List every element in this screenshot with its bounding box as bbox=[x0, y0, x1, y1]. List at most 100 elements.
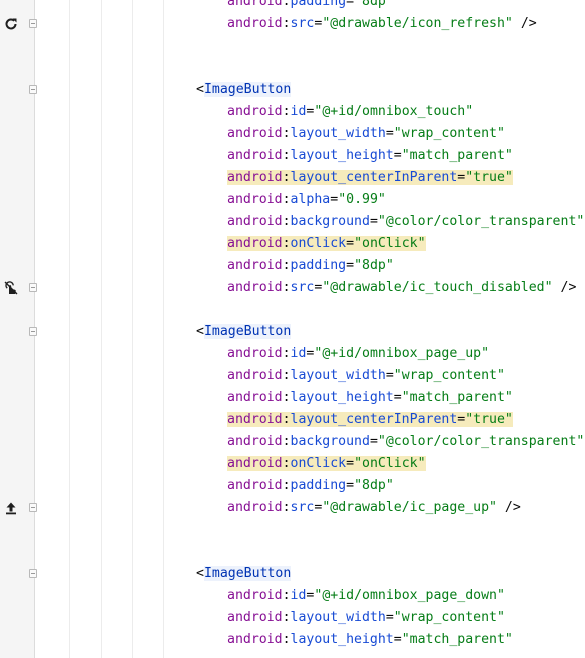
tag-name: ImageButton bbox=[203, 324, 292, 339]
attribute-value: "true" bbox=[465, 412, 513, 427]
colon: : bbox=[282, 148, 291, 163]
colon: : bbox=[282, 16, 291, 31]
attribute-name: background bbox=[290, 434, 370, 449]
equals-sign: = bbox=[346, 258, 355, 273]
colon: : bbox=[282, 280, 291, 295]
equals-sign: = bbox=[393, 390, 402, 405]
namespace-prefix: android bbox=[227, 280, 283, 295]
code-line[interactable] bbox=[0, 35, 585, 57]
attribute-token-group: android:alpha="0.99" bbox=[227, 192, 386, 207]
namespace-prefix: android bbox=[227, 390, 283, 405]
line-text: android:onClick="onClick" bbox=[227, 453, 426, 475]
fold-end-marker[interactable] bbox=[29, 19, 37, 28]
fold-end-marker[interactable] bbox=[29, 283, 37, 292]
attribute-value: "@color/color_transparent" bbox=[377, 214, 585, 229]
code-line[interactable]: android:background="@color/color_transpa… bbox=[0, 211, 585, 233]
fold-start-marker[interactable] bbox=[29, 85, 37, 94]
namespace-prefix: android bbox=[227, 192, 283, 207]
attribute-name: padding bbox=[290, 478, 347, 493]
code-line[interactable]: android:src="@drawable/icon_refresh" /> bbox=[0, 13, 585, 35]
namespace-prefix: android bbox=[227, 0, 283, 9]
namespace-prefix: android bbox=[227, 126, 283, 141]
attribute-name: layout_centerInParent bbox=[290, 412, 458, 427]
fold-end-marker[interactable] bbox=[29, 503, 37, 512]
code-line[interactable]: android:layout_height="match_parent" bbox=[0, 145, 585, 167]
tag-self-close: /> bbox=[496, 500, 521, 515]
line-text: android:src="@drawable/icon_refresh" /> bbox=[227, 13, 537, 35]
code-line[interactable]: android:src="@drawable/ic_page_up" /> bbox=[0, 497, 585, 519]
attribute-value: "8dp" bbox=[354, 258, 394, 273]
code-line[interactable]: <ImageButton bbox=[0, 321, 585, 343]
code-line[interactable]: <ImageButton bbox=[0, 79, 585, 101]
line-text: android:layout_centerInParent="true" bbox=[227, 167, 513, 189]
attribute-value: "@+id/omnibox_touch" bbox=[314, 104, 474, 119]
tag-self-close: /> bbox=[512, 16, 537, 31]
attribute-value: "@+id/omnibox_page_up" bbox=[314, 346, 490, 361]
attribute-value: "true" bbox=[465, 170, 513, 185]
equals-sign: = bbox=[346, 236, 355, 251]
code-line[interactable]: android:layout_height="match_parent" bbox=[0, 629, 585, 651]
attribute-name: background bbox=[290, 214, 370, 229]
equals-sign: = bbox=[385, 610, 394, 625]
attribute-name: layout_height bbox=[290, 148, 394, 163]
tag-self-close: /> bbox=[552, 280, 577, 295]
fold-start-marker[interactable] bbox=[29, 569, 37, 578]
code-line[interactable] bbox=[0, 299, 585, 321]
code-line[interactable]: android:id="@+id/omnibox_page_down" bbox=[0, 585, 585, 607]
code-line[interactable] bbox=[0, 57, 585, 79]
code-line[interactable]: android:background="@color/color_transpa… bbox=[0, 431, 585, 453]
code-line[interactable] bbox=[0, 541, 585, 563]
attribute-token-group: android:layout_width="wrap_content" bbox=[227, 126, 505, 141]
attribute-name: layout_width bbox=[290, 368, 386, 383]
code-line[interactable]: android:layout_height="match_parent" bbox=[0, 387, 585, 409]
code-line[interactable]: android:onClick="onClick" bbox=[0, 233, 585, 255]
attribute-token-group: android:id="@+id/omnibox_page_up" bbox=[227, 346, 489, 361]
colon: : bbox=[282, 632, 291, 647]
attribute-value: "8dp" bbox=[354, 478, 394, 493]
namespace-prefix: android bbox=[227, 368, 283, 383]
attribute-name: onClick bbox=[290, 236, 347, 251]
namespace-prefix: android bbox=[227, 148, 283, 163]
code-line[interactable]: android:id="@+id/omnibox_page_up" bbox=[0, 343, 585, 365]
inspection-highlight: android:layout_centerInParent="true" bbox=[227, 170, 513, 185]
page-up-icon[interactable] bbox=[3, 500, 19, 516]
code-line[interactable]: <ImageButton bbox=[0, 563, 585, 585]
line-text: android:layout_width="wrap_content" bbox=[227, 123, 505, 145]
code-line[interactable]: android:id="@+id/omnibox_touch" bbox=[0, 101, 585, 123]
colon: : bbox=[282, 346, 291, 361]
line-text: android:src="@drawable/ic_page_up" /> bbox=[227, 497, 521, 519]
code-line[interactable]: android:onClick="onClick" bbox=[0, 453, 585, 475]
code-line[interactable]: android:padding="8dp" bbox=[0, 475, 585, 497]
code-line[interactable]: android:src="@drawable/ic_touch_disabled… bbox=[0, 277, 585, 299]
attribute-value: "match_parent" bbox=[401, 632, 513, 647]
line-text: android:padding="8dp" bbox=[227, 0, 394, 13]
code-line[interactable]: android:layout_width="wrap_content" bbox=[0, 365, 585, 387]
attribute-value: "match_parent" bbox=[401, 148, 513, 163]
colon: : bbox=[282, 610, 291, 625]
attribute-token-group: android:layout_height="match_parent" bbox=[227, 148, 513, 163]
code-line[interactable]: android:layout_centerInParent="true" bbox=[0, 409, 585, 431]
touch-icon[interactable] bbox=[3, 280, 19, 296]
namespace-prefix: android bbox=[227, 610, 283, 625]
colon: : bbox=[282, 258, 291, 273]
inspection-highlight: android:layout_centerInParent="true" bbox=[227, 412, 513, 427]
fold-start-marker[interactable] bbox=[29, 327, 37, 336]
attribute-name: src bbox=[290, 280, 315, 295]
refresh-icon[interactable] bbox=[3, 16, 19, 32]
code-line[interactable] bbox=[0, 519, 585, 541]
code-editor[interactable]: android:padding="8dp" android:src="@drawa… bbox=[0, 0, 585, 651]
attribute-value: "onClick" bbox=[354, 236, 426, 251]
code-line[interactable]: android:padding="8dp" bbox=[0, 0, 585, 13]
attribute-name: layout_centerInParent bbox=[290, 170, 458, 185]
code-line[interactable]: android:layout_width="wrap_content" bbox=[0, 123, 585, 145]
code-line[interactable]: android:layout_width="wrap_content" bbox=[0, 607, 585, 629]
attribute-name: id bbox=[290, 346, 307, 361]
attribute-name: id bbox=[290, 104, 307, 119]
attribute-value: "@drawable/ic_touch_disabled" bbox=[322, 280, 553, 295]
code-line[interactable]: android:alpha="0.99" bbox=[0, 189, 585, 211]
line-text: <ImageButton bbox=[196, 563, 292, 585]
code-line[interactable]: android:padding="8dp" bbox=[0, 255, 585, 277]
attribute-token-group: android:padding="8dp" bbox=[227, 478, 394, 493]
code-line[interactable]: android:layout_centerInParent="true" bbox=[0, 167, 585, 189]
attribute-value: "onClick" bbox=[354, 456, 426, 471]
